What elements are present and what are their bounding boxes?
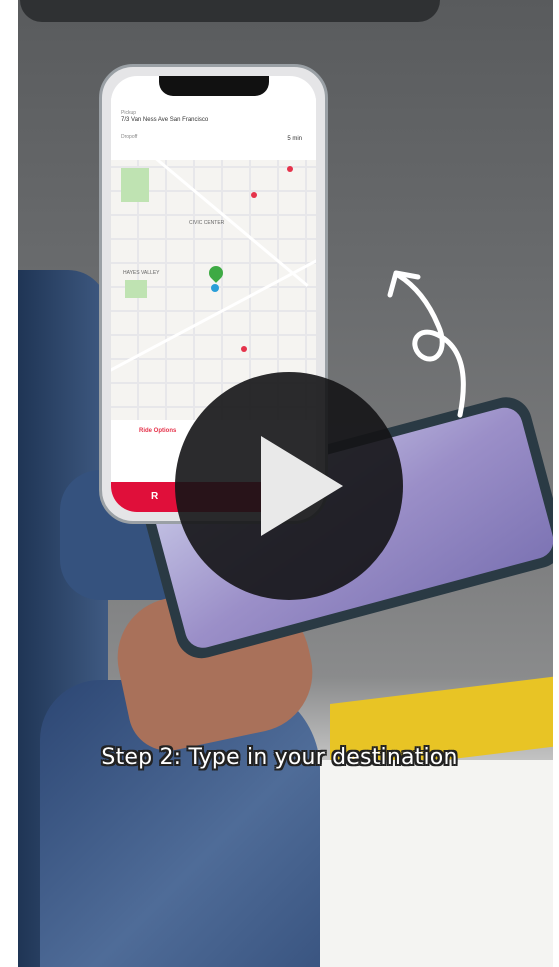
map-label-hayes: HAYES VALLEY bbox=[123, 270, 160, 276]
pickup-address[interactable]: 7/3 Van Ness Ave San Francisco bbox=[121, 117, 208, 123]
poi-marker bbox=[287, 166, 293, 172]
curved-arrow-icon bbox=[387, 270, 466, 418]
poi-marker bbox=[251, 192, 257, 198]
diagonal-road bbox=[153, 156, 309, 287]
video-frame: Pickup 7/3 Van Ness Ave San Francisco 5 … bbox=[0, 0, 559, 967]
poi-marker bbox=[241, 346, 247, 352]
eta-text: 5 min bbox=[287, 136, 302, 142]
park-area bbox=[121, 168, 149, 202]
sidewalk bbox=[300, 760, 559, 967]
phone-notch bbox=[158, 76, 269, 96]
frame-border-right bbox=[553, 0, 559, 967]
park-area bbox=[125, 280, 147, 298]
address-panel: Pickup 7/3 Van Ness Ave San Francisco 5 … bbox=[111, 98, 316, 161]
map-pin-icon bbox=[206, 263, 226, 283]
map-label-civic: CIVIC CENTER bbox=[189, 220, 225, 226]
location-dot bbox=[211, 284, 219, 292]
ride-options-link[interactable]: Ride Options bbox=[139, 428, 176, 434]
play-icon bbox=[261, 436, 343, 536]
pickup-label: Pickup bbox=[121, 110, 137, 116]
video-caption: Step 2: Type in your destination bbox=[101, 745, 458, 770]
request-ride-label: R bbox=[151, 491, 159, 502]
frame-border-left bbox=[0, 0, 18, 967]
dropoff-label: Dropoff bbox=[121, 134, 138, 140]
car-bumper bbox=[20, 0, 440, 22]
